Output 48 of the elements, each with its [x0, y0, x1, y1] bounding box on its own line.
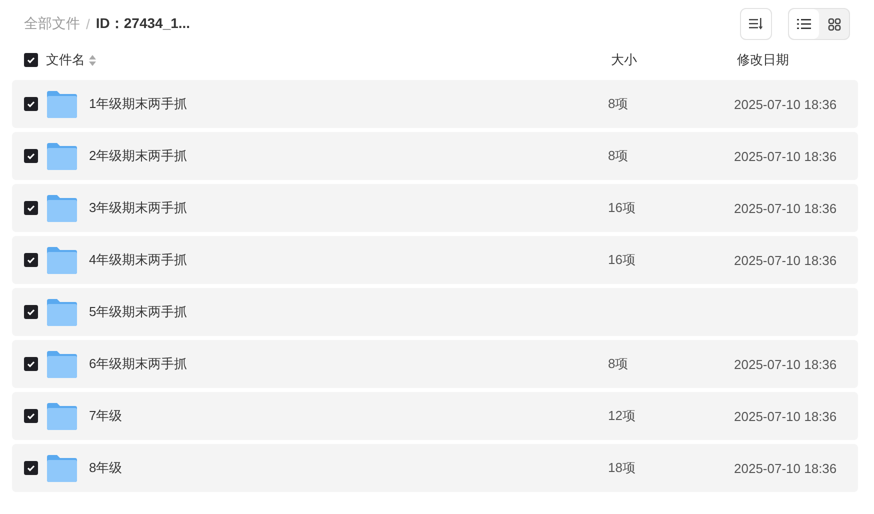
checkbox[interactable] — [24, 253, 38, 267]
modified-date: 2025-07-10 18:36 — [734, 460, 838, 476]
modified-date: 2025-07-10 18:36 — [734, 408, 838, 424]
modified-date: 2025-07-10 18:36 — [734, 148, 838, 164]
folder-icon — [47, 298, 77, 326]
checkbox[interactable] — [24, 357, 38, 371]
checkbox[interactable] — [24, 409, 38, 423]
folder-icon — [47, 90, 77, 118]
sort-icon — [749, 18, 763, 30]
modified-date: 2025-07-10 18:36 — [734, 252, 838, 268]
grid-icon — [828, 18, 840, 30]
folder-name[interactable]: 1年级期末两手抓 — [89, 95, 608, 113]
checkbox[interactable] — [24, 149, 38, 163]
sort-button[interactable] — [740, 8, 772, 40]
item-count: 16项 — [608, 251, 636, 269]
folder-name[interactable]: 3年级期末两手抓 — [89, 199, 608, 217]
checkbox[interactable] — [24, 201, 38, 215]
list-icon — [797, 18, 811, 30]
checkbox[interactable] — [24, 305, 38, 319]
modified-date: 2025-07-10 18:36 — [734, 200, 838, 216]
item-count: 16项 — [608, 199, 636, 217]
column-header: 修改日期 — [737, 51, 790, 69]
column-header[interactable]: 文件名 — [46, 51, 85, 69]
checkbox[interactable] — [24, 461, 38, 475]
folder-name[interactable]: 2年级期末两手抓 — [89, 147, 608, 165]
folder-name[interactable]: 4年级期末两手抓 — [89, 251, 608, 269]
item-count: 18项 — [608, 459, 636, 477]
checkbox[interactable] — [24, 53, 38, 67]
item-count: 8项 — [608, 355, 630, 373]
folder-name[interactable]: 7年级 — [89, 407, 608, 425]
folder-name[interactable]: 8年级 — [89, 459, 608, 477]
breadcrumb-item: ID：27434_1... — [96, 15, 190, 33]
folder-icon — [47, 402, 77, 430]
folder-icon — [47, 246, 77, 274]
folder-icon — [47, 350, 77, 378]
item-count: 8项 — [608, 95, 630, 113]
item-count: 8项 — [608, 147, 630, 165]
folder-icon — [47, 454, 77, 482]
modified-date: 2025-07-10 18:36 — [734, 356, 838, 372]
item-count: 12项 — [608, 407, 636, 425]
folder-icon — [47, 194, 77, 222]
breadcrumb-separator: / — [86, 16, 90, 32]
modified-date: 2025-07-10 18:36 — [734, 96, 838, 112]
list-view-button[interactable] — [789, 9, 819, 39]
column-header: 大小 — [611, 51, 638, 69]
folder-icon — [47, 142, 77, 170]
folder-name[interactable]: 6年级期末两手抓 — [89, 355, 608, 373]
checkbox[interactable] — [24, 97, 38, 111]
